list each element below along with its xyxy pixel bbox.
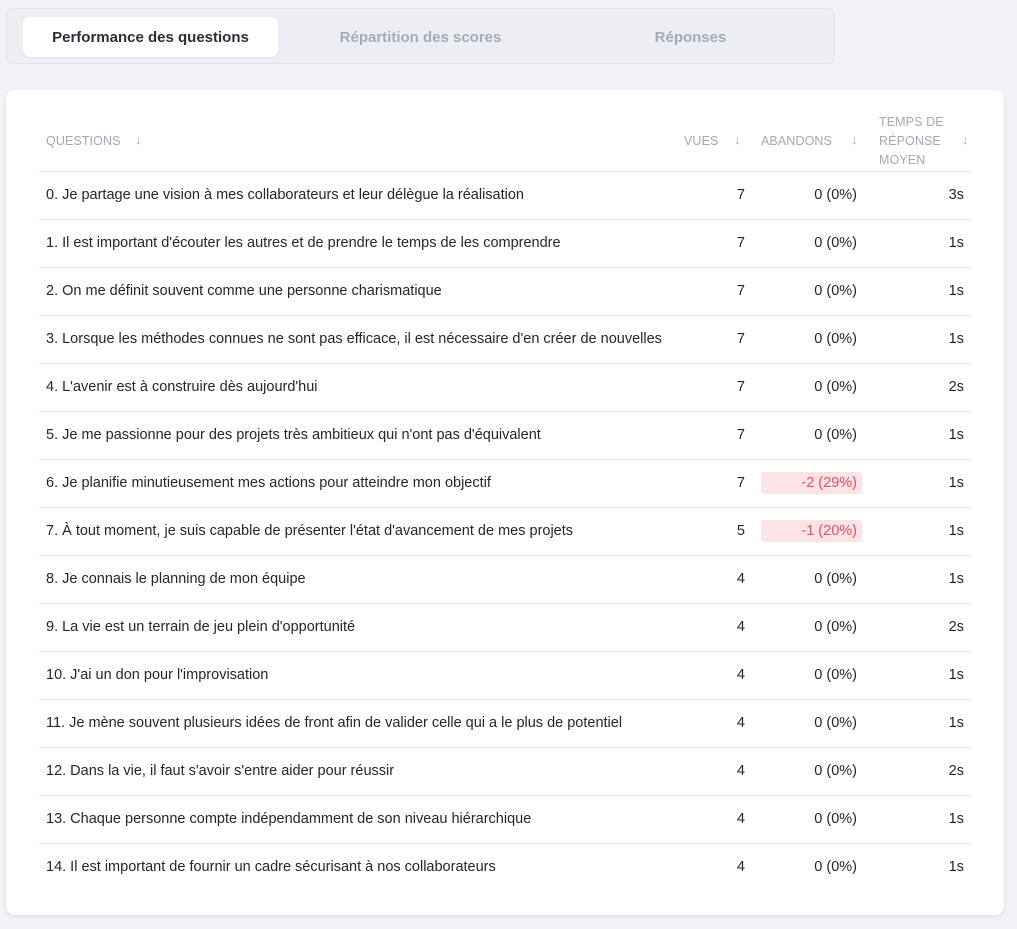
abandons-value: 0 (0%): [814, 715, 857, 731]
table-row: 1. Il est important d'écouter les autres…: [38, 220, 972, 268]
table-row: 13. Chaque personne compte indépendammen…: [38, 796, 972, 844]
temps-value: 1s: [948, 475, 964, 491]
vues-value: 7: [736, 331, 745, 347]
questions-table-card: QUESTIONS ↓ VUES ↓ ABANDONS ↓ TEMPS DE R…: [6, 90, 1004, 915]
question-text: 9. La vie est un terrain de jeu plein d'…: [46, 619, 356, 635]
vues-value: 7: [736, 427, 745, 443]
tab-bar: Performance des questions Répartition de…: [6, 8, 835, 64]
temps-value: 2s: [948, 379, 964, 395]
abandons-value: 0 (0%): [814, 619, 857, 635]
column-header-abandons: ABANDONS: [761, 134, 832, 148]
abandons-value: 0 (0%): [814, 379, 857, 395]
table-row: 11. Je mène souvent plusieurs idées de f…: [38, 700, 972, 748]
temps-value: 1s: [948, 283, 964, 299]
table-row: 8. Je connais le planning de mon équipe 4…: [38, 556, 972, 604]
temps-value: 1s: [948, 571, 964, 587]
abandons-value: 0 (0%): [814, 667, 857, 683]
temps-value: 1s: [948, 331, 964, 347]
tab-reponses[interactable]: Réponses: [563, 17, 818, 57]
column-header-temps-de-reponse-moyen: TEMPS DE RÉPONSE MOYEN: [879, 113, 944, 170]
abandons-value: 0 (0%): [814, 571, 857, 587]
abandons-value: 0 (0%): [814, 763, 857, 779]
sort-arrow-icon[interactable]: ↓: [734, 132, 741, 147]
vues-value: 5: [736, 523, 745, 539]
abandons-value: 0 (0%): [814, 811, 857, 827]
question-text: 13. Chaque personne compte indépendammen…: [46, 811, 532, 827]
vues-value: 4: [736, 619, 745, 635]
tab-performance-des-questions[interactable]: Performance des questions: [23, 17, 278, 57]
question-text: 1. Il est important d'écouter les autres…: [46, 235, 561, 251]
table-row: 0. Je partage une vision à mes collabora…: [38, 172, 972, 220]
abandons-negative-badge: -1 (20%): [761, 520, 862, 542]
table-row: 2. On me définit souvent comme une perso…: [38, 268, 972, 316]
temps-value: 1s: [948, 235, 964, 251]
table-row: 9. La vie est un terrain de jeu plein d'…: [38, 604, 972, 652]
sort-arrow-icon[interactable]: ↓: [962, 132, 969, 147]
column-header-questions: QUESTIONS: [46, 134, 121, 148]
sort-arrow-icon[interactable]: ↓: [135, 132, 142, 147]
abandons-value: 0 (0%): [814, 235, 857, 251]
table-row: 3. Lorsque les méthodes connues ne sont …: [38, 316, 972, 364]
temps-value: 2s: [948, 763, 964, 779]
question-text: 7. À tout moment, je suis capable de pré…: [46, 523, 574, 539]
question-text: 5. Je me passionne pour des projets très…: [46, 427, 541, 443]
question-text: 10. J'ai un don pour l'improvisation: [46, 667, 269, 683]
vues-value: 4: [736, 715, 745, 731]
temps-value: 1s: [948, 427, 964, 443]
table-row: 7. À tout moment, je suis capable de pré…: [38, 508, 972, 556]
question-text: 3. Lorsque les méthodes connues ne sont …: [46, 331, 662, 347]
question-text: 12. Dans la vie, il faut s'avoir s'entre…: [46, 763, 395, 779]
question-text: 8. Je connais le planning de mon équipe: [46, 571, 306, 587]
table-row: 10. J'ai un don pour l'improvisation 4 0 (…: [38, 652, 972, 700]
header-line: RÉPONSE: [879, 134, 941, 148]
vues-value: 7: [736, 187, 745, 203]
vues-value: 4: [736, 859, 745, 875]
table-row: 12. Dans la vie, il faut s'avoir s'entre…: [38, 748, 972, 796]
table-row: 5. Je me passionne pour des projets très…: [38, 412, 972, 460]
abandons-value: 0 (0%): [814, 283, 857, 299]
question-text: 2. On me définit souvent comme une perso…: [46, 283, 442, 299]
vues-value: 4: [736, 811, 745, 827]
temps-value: 1s: [948, 667, 964, 683]
table-row: 14. Il est important de fournir un cadre…: [38, 844, 972, 891]
temps-value: 1s: [948, 523, 964, 539]
abandons-value: 0 (0%): [814, 427, 857, 443]
temps-value: 2s: [948, 619, 964, 635]
table-body: 0. Je partage une vision à mes collabora…: [38, 172, 972, 891]
temps-value: 1s: [948, 811, 964, 827]
abandons-negative-badge: -2 (29%): [761, 472, 862, 494]
vues-value: 7: [736, 379, 745, 395]
vues-value: 4: [736, 571, 745, 587]
sort-arrow-icon[interactable]: ↓: [851, 132, 858, 147]
temps-value: 3s: [948, 187, 964, 203]
question-text: 6. Je planifie minutieusement mes action…: [46, 475, 491, 491]
header-line: MOYEN: [879, 153, 926, 167]
header-line: TEMPS DE: [879, 115, 944, 129]
table-row: 4. L'avenir est à construire dès aujourd…: [38, 364, 972, 412]
question-text: 11. Je mène souvent plusieurs idées de f…: [46, 715, 623, 731]
temps-value: 1s: [948, 715, 964, 731]
abandons-value: 0 (0%): [814, 859, 857, 875]
vues-value: 7: [736, 475, 745, 491]
vues-value: 7: [736, 235, 745, 251]
question-text: 0. Je partage une vision à mes collabora…: [46, 187, 524, 203]
temps-value: 1s: [948, 859, 964, 875]
vues-value: 4: [736, 667, 745, 683]
abandons-value: 0 (0%): [814, 331, 857, 347]
table-header: QUESTIONS ↓ VUES ↓ ABANDONS ↓ TEMPS DE R…: [38, 108, 972, 172]
table-row: 6. Je planifie minutieusement mes action…: [38, 460, 972, 508]
vues-value: 7: [736, 283, 745, 299]
question-text: 4. L'avenir est à construire dès aujourd…: [46, 379, 318, 395]
vues-value: 4: [736, 763, 745, 779]
abandons-value: 0 (0%): [814, 187, 857, 203]
tab-repartition-des-scores[interactable]: Répartition des scores: [293, 17, 548, 57]
column-header-vues: VUES: [684, 134, 719, 148]
question-text: 14. Il est important de fournir un cadre…: [46, 859, 496, 875]
